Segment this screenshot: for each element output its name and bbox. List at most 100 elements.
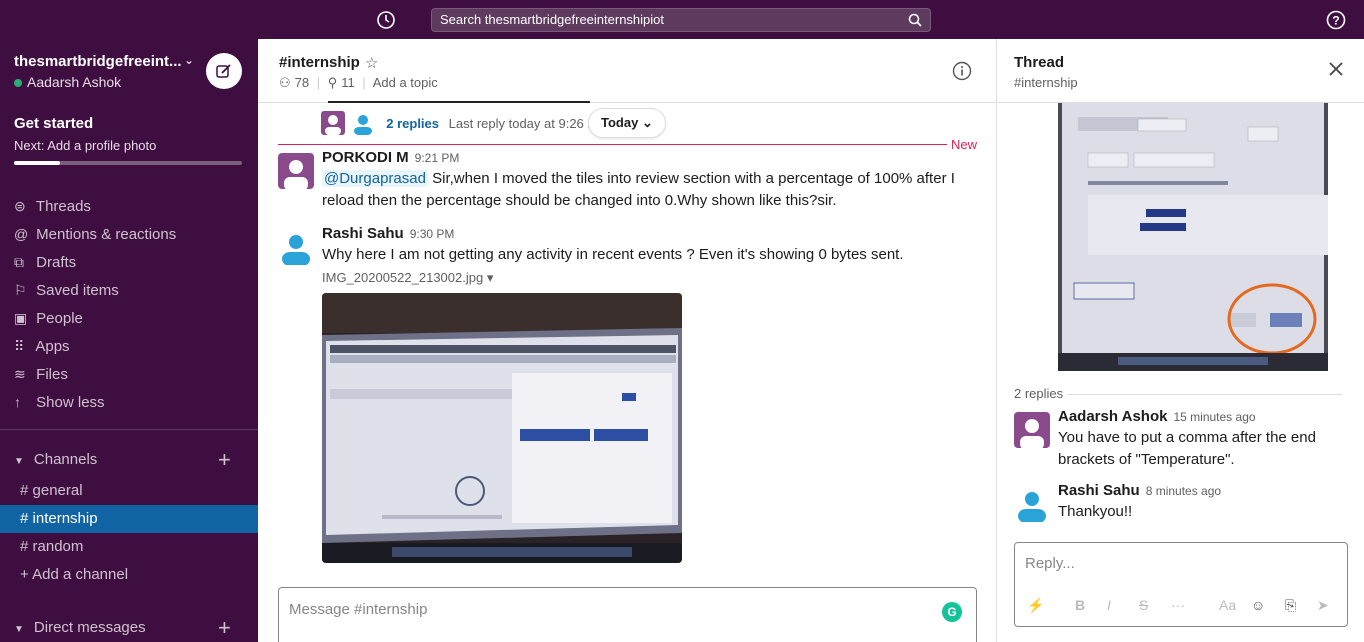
channel-title[interactable]: #internship [279, 54, 360, 71]
message-time[interactable]: 8 minutes ago [1146, 484, 1221, 498]
sidebar-item-apps[interactable]: ⠿ Apps [14, 332, 70, 360]
star-icon[interactable]: ☆ [365, 54, 378, 72]
sidebar-item-people[interactable]: ▣ People [14, 304, 83, 332]
hash-icon: # [20, 538, 29, 555]
channel-view: #internship ☆ ⚇ 78 | ⚲ 11 | Add a topic 2 … [258, 39, 997, 642]
bookmark-icon: ⚐ [14, 282, 27, 298]
close-icon[interactable] [1328, 61, 1344, 77]
lightning-icon[interactable]: ⚡ [1027, 597, 1044, 614]
caret-down-icon: ▼ [14, 624, 24, 635]
message-composer[interactable]: Message #internship G [278, 587, 977, 642]
mention-link[interactable]: @Durgaprasad [322, 170, 428, 187]
new-messages-divider [278, 144, 949, 145]
add-channel-label: Add a channel [32, 566, 129, 583]
message-author[interactable]: Aadarsh Ashok [1058, 408, 1167, 425]
sidebar-item-mentions[interactable]: @ Mentions & reactions [14, 220, 176, 248]
last-reply-text: Last reply today at 9:26 PM [448, 115, 607, 131]
compose-icon [216, 64, 231, 78]
channels-header[interactable]: ▼ Channels [14, 451, 97, 468]
hash-icon: # [20, 482, 29, 499]
message-text: @Durgaprasad Sir,when I moved the tiles … [322, 168, 972, 212]
attachment-filename-text: IMG_20200522_213002.jpg [322, 270, 484, 285]
bold-button[interactable]: B [1075, 597, 1085, 613]
add-channel-link[interactable]: + Add a channel [0, 561, 258, 589]
thread-channel-link[interactable]: #internship [1014, 75, 1078, 90]
avatar[interactable] [1014, 412, 1050, 448]
thread-replies-summary[interactable]: 2 replies Last reply today at 9:26 PM [321, 111, 607, 137]
thread-image-attachment[interactable] [1058, 103, 1328, 371]
hash-icon: # [20, 510, 29, 527]
message-time[interactable]: 15 minutes ago [1173, 410, 1255, 424]
sidebar-item-channel-internship[interactable]: # internship [0, 505, 258, 533]
sidebar-item-label: Threads [35, 198, 91, 215]
search-placeholder: Search thesmartbridgefreeinternshipiot [440, 12, 665, 27]
dm-header[interactable]: ▼ Direct messages [14, 619, 146, 636]
attachment-icon[interactable]: ⎘ [1285, 597, 1296, 614]
add-channel-plus-button[interactable]: + [218, 449, 231, 471]
replies-link[interactable]: 2 replies [386, 116, 439, 131]
message-body: Aadarsh Ashok 15 minutes ago You have to … [1058, 408, 1348, 471]
add-dm-plus-button[interactable]: + [218, 617, 231, 639]
scrolled-content-edge [328, 101, 590, 103]
sidebar-item-label: Mentions & reactions [36, 226, 177, 243]
current-user[interactable]: Aadarsh Ashok [14, 74, 121, 90]
sidebar-item-drafts[interactable]: ⧉ Drafts [14, 248, 76, 276]
workspace-name[interactable]: thesmartbridgefreeint... [14, 53, 184, 70]
apps-icon: ⠿ [14, 338, 25, 354]
message-author[interactable]: Rashi Sahu [322, 225, 404, 242]
sidebar-item-label: Drafts [36, 254, 77, 271]
channel-name: random [32, 538, 84, 555]
caret-down-icon[interactable]: ▾ [487, 270, 494, 285]
info-icon[interactable] [952, 61, 972, 81]
sidebar-item-files[interactable]: ≋ Files [14, 360, 68, 388]
sidebar: thesmartbridgefreeint... ⌄ Aadarsh Ashok… [0, 39, 258, 642]
top-bar: Search thesmartbridgefreeinternshipiot ? [0, 0, 1364, 39]
message-time[interactable]: 9:30 PM [410, 227, 455, 241]
get-started-next[interactable]: Next: Add a profile photo [14, 138, 156, 153]
files-icon: ≋ [14, 366, 26, 382]
avatar[interactable] [278, 229, 314, 265]
add-topic-link[interactable]: Add a topic [373, 75, 438, 90]
sidebar-item-channel-general[interactable]: # general [0, 477, 258, 505]
more-formatting-button[interactable]: ··· [1171, 597, 1185, 613]
sidebar-item-channel-random[interactable]: # random [0, 533, 258, 561]
formatting-toolbar: ⚡ B I S ··· Aa ☺ ⎘ ➤ [1025, 597, 1341, 617]
pinned-count[interactable]: 11 [341, 75, 355, 90]
sidebar-item-label: Apps [35, 338, 70, 355]
replies-divider [1068, 394, 1342, 395]
message-body: Rashi Sahu 9:30 PM Why here I am not gett… [322, 225, 972, 286]
search-input[interactable]: Search thesmartbridgefreeinternshipiot [431, 8, 931, 32]
help-icon[interactable]: ? [1326, 10, 1346, 30]
format-toggle-button[interactable]: Aa [1219, 597, 1236, 613]
message-author[interactable]: Rashi Sahu [1058, 482, 1140, 499]
message-text: You have to put a comma after the end br… [1058, 429, 1316, 468]
message-image-attachment[interactable] [322, 293, 682, 563]
grammarly-icon[interactable]: G [942, 602, 962, 622]
send-icon[interactable]: ➤ [1317, 597, 1329, 614]
chevron-down-icon[interactable]: ⌄ [184, 53, 194, 67]
sidebar-item-saved[interactable]: ⚐ Saved items [14, 276, 119, 304]
member-count[interactable]: 78 [295, 75, 309, 90]
pin-icon[interactable]: ⚲ [328, 75, 338, 90]
get-started-progress [14, 161, 242, 165]
italic-button[interactable]: I [1107, 597, 1111, 613]
message-time[interactable]: 9:21 PM [415, 151, 460, 165]
sidebar-item-threads[interactable]: ⊜ Threads [14, 192, 91, 220]
attachment-filename[interactable]: IMG_20200522_213002.jpg ▾ [322, 270, 972, 286]
emoji-icon[interactable]: ☺ [1251, 597, 1265, 613]
avatar[interactable] [278, 153, 314, 189]
reply-composer[interactable]: Reply... ⚡ B I S ··· Aa ☺ ⎘ ➤ [1014, 542, 1348, 627]
get-started-title[interactable]: Get started [14, 115, 93, 132]
svg-text:?: ? [1332, 14, 1339, 28]
sidebar-item-show-less[interactable]: ↑ Show less [14, 388, 105, 416]
message-body: Rashi Sahu 8 minutes ago Thankyou!! [1058, 482, 1348, 523]
members-icon[interactable]: ⚇ [279, 75, 291, 90]
strikethrough-button[interactable]: S [1139, 597, 1148, 613]
thread-replies-count: 2 replies [1014, 386, 1064, 401]
message-author[interactable]: PORKODI M [322, 149, 409, 166]
sidebar-item-label: Show less [36, 394, 105, 411]
avatar[interactable] [1014, 486, 1050, 522]
date-divider-today[interactable]: Today ⌄ [588, 108, 666, 138]
history-icon[interactable] [376, 10, 396, 30]
compose-button[interactable] [206, 53, 242, 89]
